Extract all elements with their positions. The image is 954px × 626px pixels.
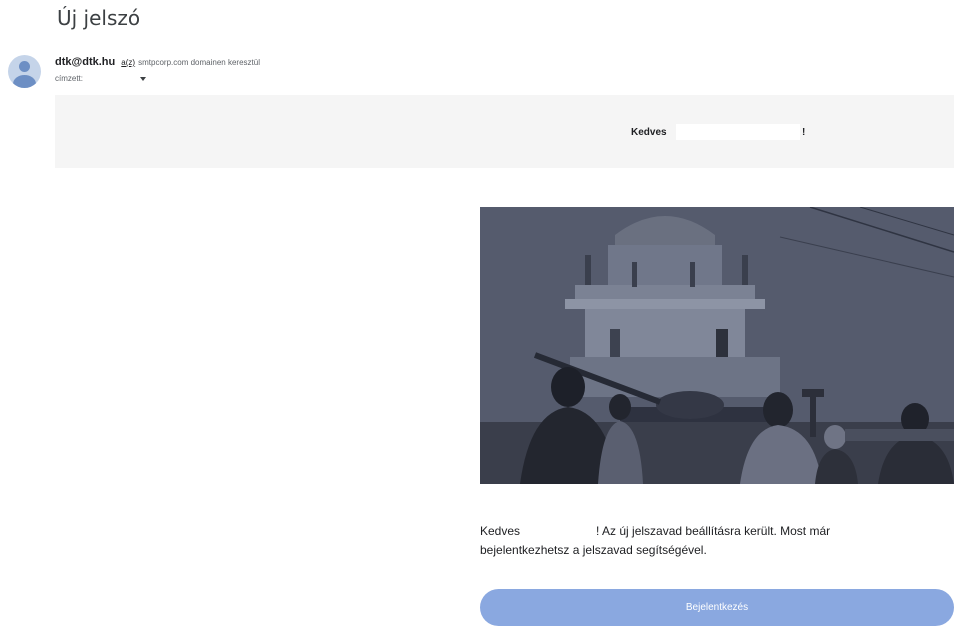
login-button[interactable]: Bejelentkezés: [480, 589, 954, 626]
greeting-word: Kedves: [631, 127, 667, 138]
greeting-exclamation: !: [802, 127, 806, 138]
via-domain-text: smtpcorp.com domainen keresztül: [138, 58, 260, 67]
message-greeting: Kedves: [480, 524, 521, 538]
sender-avatar-icon[interactable]: [8, 55, 41, 88]
recipient-line[interactable]: címzett:: [55, 74, 147, 83]
redacted-name: [676, 124, 800, 140]
chevron-down-icon[interactable]: [140, 76, 147, 81]
hero-image: [480, 207, 954, 484]
message-body: Kedves! Az új jelszavad beállításra kerü…: [480, 522, 920, 560]
via-link[interactable]: a(z): [121, 58, 135, 67]
email-subject: Új jelszó: [57, 6, 141, 30]
sender-address[interactable]: dtk@dtk.hu: [55, 56, 115, 68]
message-text: ! Az új jelszavad beállításra került. Mo…: [480, 524, 831, 557]
sender-line: dtk@dtk.hu a(z) smtpcorp.com domainen ke…: [55, 56, 260, 68]
recipient-label: címzett:: [55, 74, 84, 83]
email-view: Új jelszó dtk@dtk.hu a(z) smtpcorp.com d…: [0, 0, 954, 626]
greeting-banner: Kedves !: [55, 95, 954, 168]
